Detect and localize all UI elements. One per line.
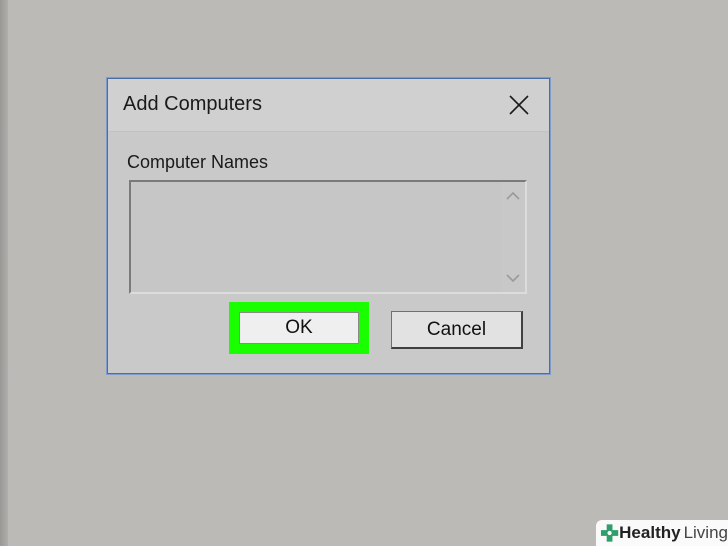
computer-names-box xyxy=(129,180,527,294)
desktop-edge xyxy=(0,0,8,546)
add-computers-dialog: Add Computers Computer Names OK Cancel xyxy=(107,78,550,374)
dialog-title: Add Computers xyxy=(123,93,262,115)
ok-button[interactable]: OK xyxy=(239,312,359,344)
chevron-down-icon xyxy=(506,274,520,283)
healthy-living-cross-icon xyxy=(600,524,619,542)
vertical-scrollbar[interactable] xyxy=(501,182,525,292)
dialog-titlebar: Add Computers xyxy=(108,79,549,132)
healthy-living-watermark: Healthy Living xyxy=(596,520,728,546)
computer-names-label: Computer Names xyxy=(127,152,269,172)
computer-names-input[interactable] xyxy=(131,182,503,292)
close-icon xyxy=(509,95,529,115)
cancel-button[interactable]: Cancel xyxy=(391,311,523,349)
watermark-brand-living: Living xyxy=(683,523,728,542)
watermark-brand-healthy: Healthy xyxy=(619,523,681,542)
close-button[interactable] xyxy=(502,89,536,121)
scroll-down-button[interactable] xyxy=(501,266,525,290)
scroll-up-button[interactable] xyxy=(501,184,525,208)
chevron-up-icon xyxy=(506,191,520,200)
